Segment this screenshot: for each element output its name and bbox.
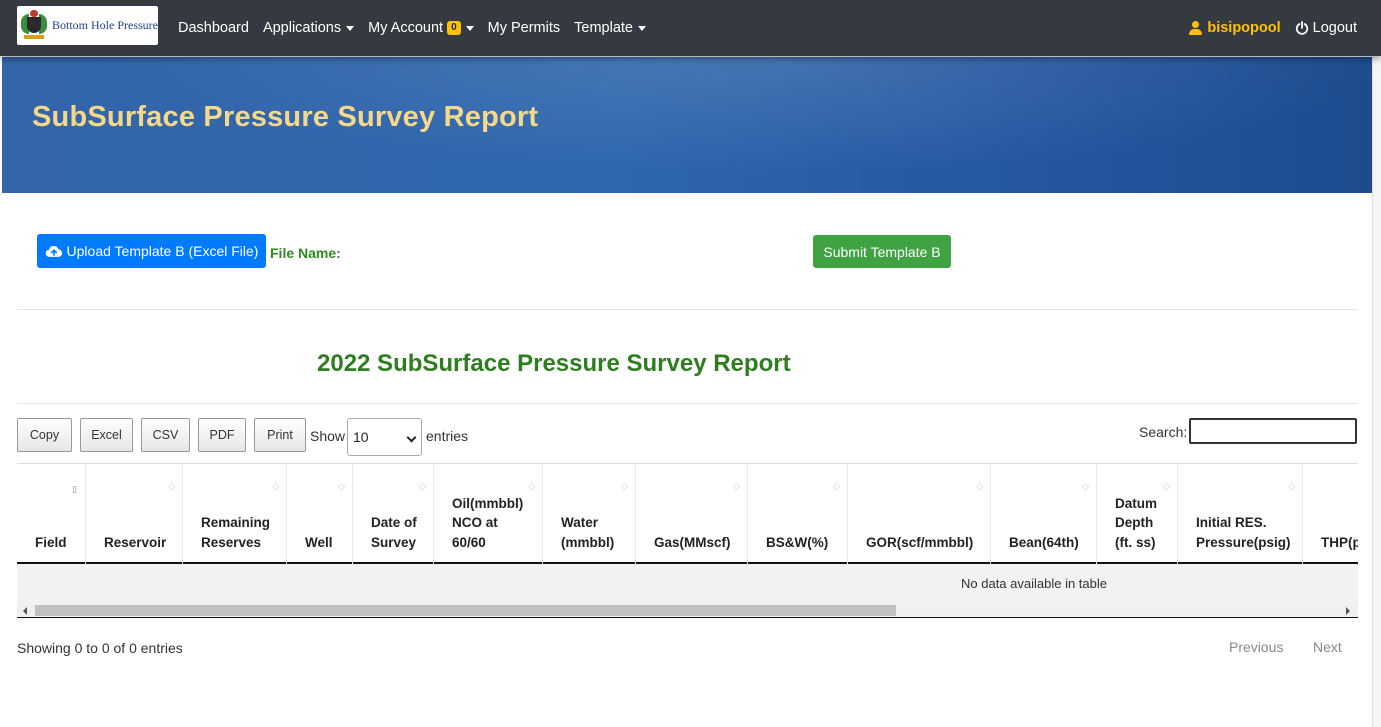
column-header-gas[interactable]: Gas(MMscf) ◇ xyxy=(636,464,748,564)
table-row: No data available in table xyxy=(17,564,1358,602)
column-header-reservoir[interactable]: Reservoir ◇ xyxy=(86,464,183,564)
nav-item-label: Dashboard xyxy=(178,20,249,36)
sort-icon: ◇ xyxy=(528,481,535,491)
logout-link[interactable]: Logout xyxy=(1295,20,1357,36)
column-header-remaining-reserves[interactable]: Remaining Reserves ◇ xyxy=(183,464,287,564)
page-header-banner: SubSurface Pressure Survey Report xyxy=(2,57,1372,193)
column-header-gor[interactable]: GOR(scf/mmbbl) ◇ xyxy=(848,464,991,564)
username: bisipopool xyxy=(1207,20,1281,36)
sort-icon: ▯ xyxy=(72,484,77,494)
user-icon xyxy=(1189,21,1203,35)
top-navbar: Bottom Hole Pressure Dashboard Applicati… xyxy=(0,0,1381,56)
power-icon xyxy=(1295,21,1308,35)
logo-text: Bottom Hole Pressure xyxy=(52,18,158,32)
column-header-bean[interactable]: Bean(64th) ◇ xyxy=(991,464,1097,564)
column-header-bsw[interactable]: BS&W(%) ◇ xyxy=(748,464,848,564)
entries-label: entries xyxy=(426,428,469,444)
csv-button[interactable]: CSV xyxy=(141,418,190,452)
nav-item-applications[interactable]: Applications xyxy=(256,20,361,36)
sort-icon: ◇ xyxy=(272,481,279,491)
nav-item-my-permits[interactable]: My Permits xyxy=(481,20,568,36)
show-label: Show xyxy=(310,428,346,444)
column-header-datum-depth[interactable]: Datum Depth (ft. ss) ◇ xyxy=(1097,464,1178,564)
sort-icon: ◇ xyxy=(338,481,345,491)
page-scrollbar[interactable] xyxy=(1372,57,1381,727)
search-label: Search: xyxy=(1139,424,1188,440)
file-name-label: File Name: xyxy=(270,245,341,261)
copy-button[interactable]: Copy xyxy=(17,418,72,452)
notification-badge: 0 xyxy=(447,21,461,35)
scroll-right-icon[interactable] xyxy=(1346,607,1350,615)
nav-item-dashboard[interactable]: Dashboard xyxy=(171,20,256,36)
sort-icon: ◇ xyxy=(833,481,840,491)
user-menu[interactable]: bisipopool xyxy=(1189,20,1281,36)
logout-label: Logout xyxy=(1312,20,1357,36)
table-info: Showing 0 to 0 of 0 entries xyxy=(17,640,183,656)
column-header-oil[interactable]: Oil(mmbbl) NCO at 60/60 ◇ xyxy=(434,464,543,564)
column-header-date-of-survey[interactable]: Date of Survey ◇ xyxy=(353,464,434,564)
nav-item-template[interactable]: Template xyxy=(567,20,653,36)
print-button[interactable]: Print xyxy=(254,418,306,452)
caret-down-icon xyxy=(465,25,474,31)
table-header: Field ▯ Reservoir ◇ Remaining Reserves ◇ We… xyxy=(17,463,1358,564)
caret-down-icon xyxy=(637,25,646,31)
search-input[interactable] xyxy=(1189,418,1357,444)
entries-select[interactable]: 10 xyxy=(347,418,422,456)
nav-item-my-account[interactable]: My Account 0 xyxy=(361,20,481,36)
nav-item-label: Template xyxy=(574,20,633,36)
divider xyxy=(17,403,1358,404)
column-header-water[interactable]: Water (mmbbl) ◇ xyxy=(543,464,636,564)
next-page-button[interactable]: Next xyxy=(1313,639,1342,655)
page-title: SubSurface Pressure Survey Report xyxy=(32,101,539,133)
empty-table-message: No data available in table xyxy=(961,576,1107,591)
entries-select-value: 10 xyxy=(353,429,369,445)
horizontal-scrollbar[interactable] xyxy=(17,602,1358,617)
sort-icon: ◇ xyxy=(168,481,175,491)
sort-icon: ◇ xyxy=(1082,481,1089,491)
column-header-field[interactable]: Field ▯ xyxy=(17,464,86,564)
sort-icon: ◇ xyxy=(1163,481,1170,491)
report-title: 2022 SubSurface Pressure Survey Report xyxy=(317,350,791,377)
sort-icon: ◇ xyxy=(976,481,983,491)
divider xyxy=(17,309,1358,310)
previous-page-button[interactable]: Previous xyxy=(1229,639,1283,655)
coat-of-arms-icon xyxy=(20,9,48,42)
column-header-well[interactable]: Well ◇ xyxy=(287,464,353,564)
column-header-thp[interactable]: THP(psig)◇ xyxy=(1303,464,1358,564)
nav-item-label: My Account xyxy=(368,20,444,36)
scroll-left-icon[interactable] xyxy=(23,607,27,615)
upload-template-button[interactable]: Upload Template B (Excel File) xyxy=(37,234,266,268)
nav-right: bisipopool Logout xyxy=(1189,0,1357,56)
app-logo[interactable]: Bottom Hole Pressure xyxy=(17,6,158,45)
upload-button-label: Upload Template B (Excel File) xyxy=(66,243,259,259)
sort-icon: ◇ xyxy=(419,481,426,491)
sort-icon: ◇ xyxy=(621,481,628,491)
caret-down-icon xyxy=(346,25,355,31)
nav-item-label: Applications xyxy=(262,20,342,36)
excel-button[interactable]: Excel xyxy=(80,418,133,452)
chevron-down-icon xyxy=(406,432,417,443)
cloud-upload-icon xyxy=(45,245,62,257)
sort-icon: ◇ xyxy=(1288,481,1295,491)
pdf-button[interactable]: PDF xyxy=(198,418,246,452)
scrollbar-thumb[interactable] xyxy=(35,605,896,616)
data-table: Field ▯ Reservoir ◇ Remaining Reserves ◇ We… xyxy=(17,463,1358,618)
sort-icon: ◇ xyxy=(733,481,740,491)
column-header-initial-res-pressure[interactable]: Initial RES. Pressure(psig) ◇ xyxy=(1178,464,1303,564)
submit-template-button[interactable]: Submit Template B xyxy=(813,235,951,268)
nav-menu: Dashboard Applications My Account 0 My P… xyxy=(171,0,653,56)
nav-item-label: My Permits xyxy=(487,20,561,36)
